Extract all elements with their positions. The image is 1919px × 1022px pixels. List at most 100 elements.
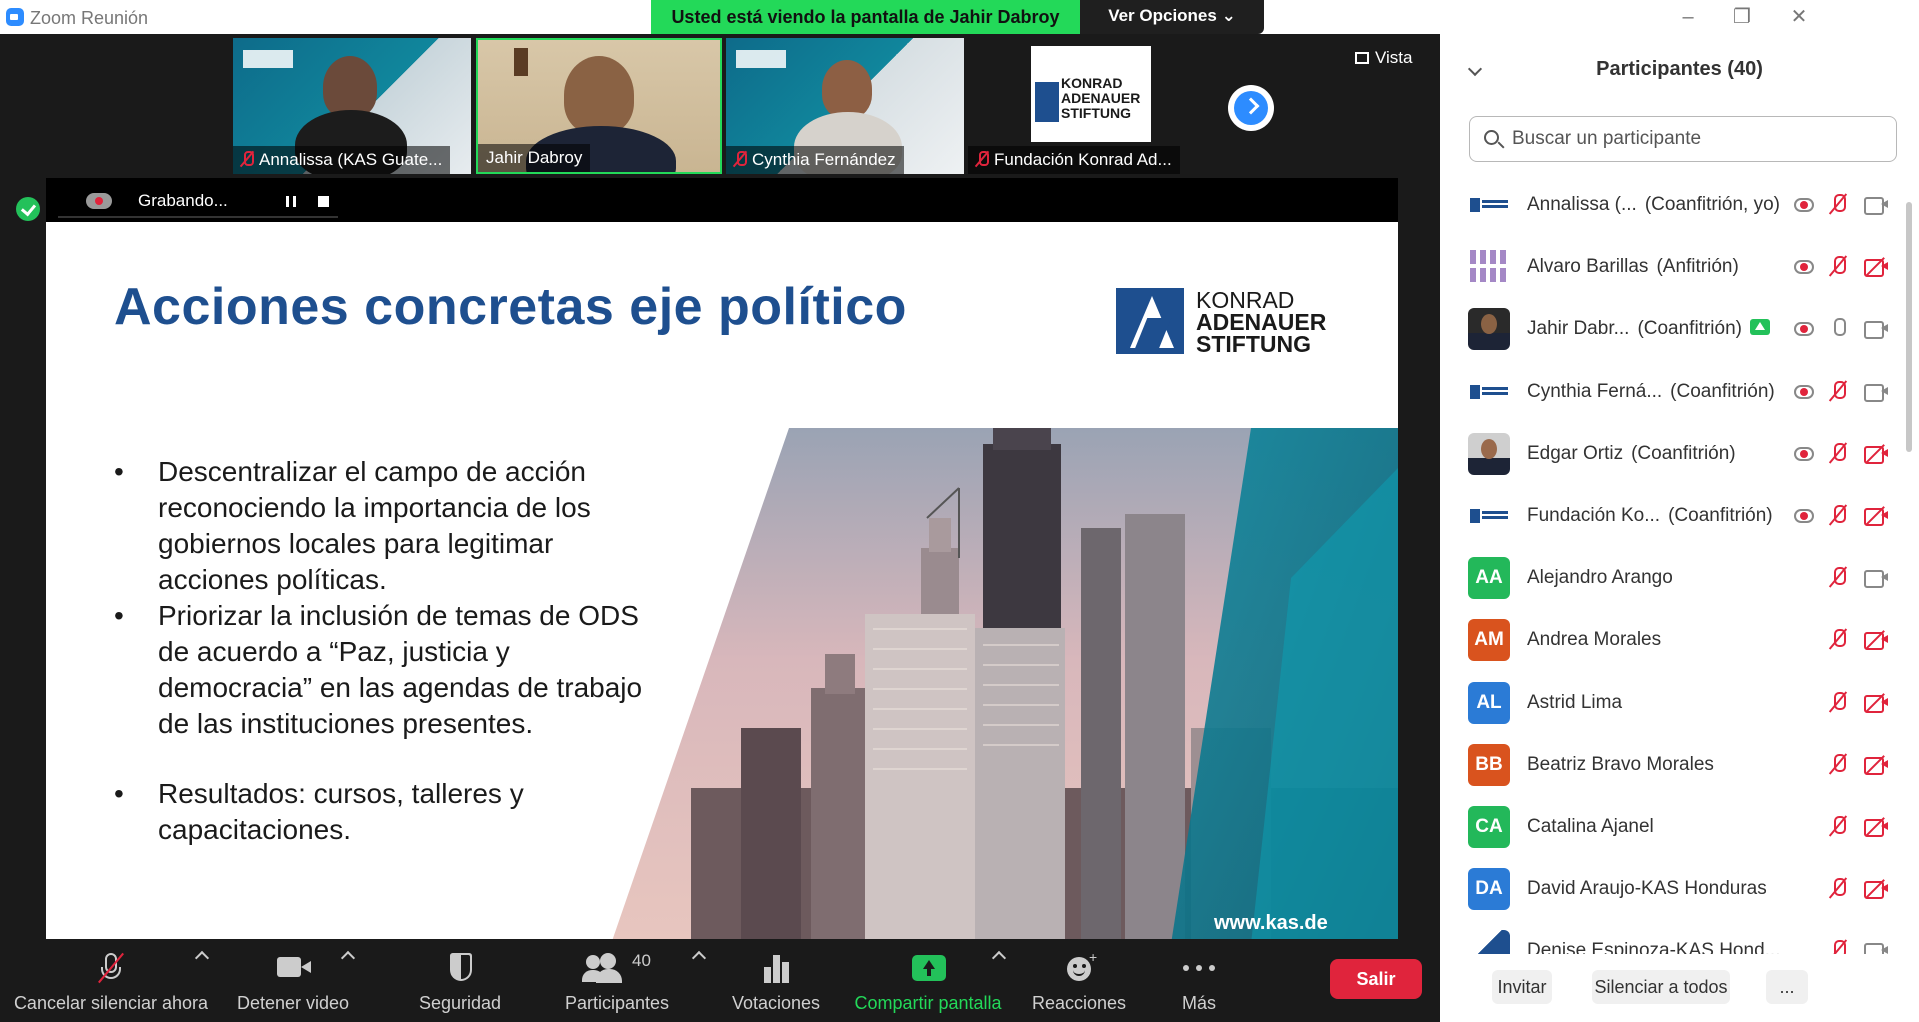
shield-check-icon[interactable] xyxy=(16,197,40,221)
close-icon[interactable]: ✕ xyxy=(1785,4,1813,30)
kas-logo-card: KONRAD ADENAUER STIFTUNG xyxy=(1031,46,1151,142)
stop-video-button[interactable]: Detener video xyxy=(228,939,358,1022)
participant-name: David Araujo-KAS Honduras xyxy=(1527,878,1767,900)
mic-muted-icon[interactable] xyxy=(1830,194,1846,216)
recording-icon xyxy=(1794,198,1814,212)
leave-button[interactable]: Salir xyxy=(1330,959,1422,999)
mute-button[interactable]: Cancelar silenciar ahora xyxy=(12,939,210,1022)
mic-muted-icon[interactable] xyxy=(1830,816,1846,838)
mic-icon[interactable] xyxy=(1830,318,1846,340)
mic-muted-icon[interactable] xyxy=(1830,567,1846,589)
mic-muted-icon[interactable] xyxy=(1830,753,1846,776)
reactions-button[interactable]: + Reacciones xyxy=(1028,939,1130,1022)
mic-muted-icon[interactable] xyxy=(1830,380,1846,403)
participant-row[interactable]: Alvaro Barillas (Anfitrión) xyxy=(1440,236,1902,298)
panel-more-button[interactable]: ... xyxy=(1766,970,1808,1004)
mute-all-button[interactable]: Silenciar a todos xyxy=(1592,970,1730,1004)
next-thumbnails-button[interactable] xyxy=(1228,85,1274,131)
video-thumbnail[interactable]: Cynthia Fernández xyxy=(726,38,964,174)
kas-logo-small xyxy=(736,50,786,68)
share-screen-button[interactable]: Compartir pantalla xyxy=(846,939,1010,1022)
mic-muted-icon[interactable] xyxy=(1830,442,1846,465)
polls-button[interactable]: Votaciones xyxy=(726,939,826,1022)
mic-muted-icon[interactable] xyxy=(1830,629,1846,651)
more-button[interactable]: Más xyxy=(1160,939,1238,1022)
participant-row[interactable]: Jahir Dabr... (Coanfitrión) xyxy=(1440,298,1902,360)
polls-label: Votaciones xyxy=(731,993,821,1013)
invite-button[interactable]: Invitar xyxy=(1492,970,1552,1004)
video-off-icon[interactable] xyxy=(1864,756,1888,775)
chevron-right-icon xyxy=(1242,97,1260,115)
participant-name-text: Catalina Ajanel xyxy=(1527,816,1654,837)
video-thumbnail-active-speaker[interactable]: Jahir Dabroy xyxy=(476,38,722,174)
participant-row[interactable]: Annalissa (... (Coanfitrión, yo) xyxy=(1440,174,1902,236)
search-input[interactable] xyxy=(1512,125,1882,153)
participant-row[interactable]: AA Alejandro Arango xyxy=(1440,547,1902,609)
participants-count: 40 xyxy=(632,951,651,970)
bullet-item: Resultados: cursos, talleres y capacitac… xyxy=(114,776,654,848)
participants-panel: Participantes (40) Annalissa (... (Coanfi… xyxy=(1440,34,1919,1022)
more-dots-icon xyxy=(1181,953,1217,983)
mic-muted-icon[interactable] xyxy=(1830,505,1846,527)
avatar xyxy=(1468,184,1510,226)
recording-icon xyxy=(1794,384,1814,399)
video-camera-icon[interactable] xyxy=(1864,570,1888,589)
share-screen-icon xyxy=(910,953,946,983)
participant-row[interactable]: AM Andrea Morales xyxy=(1440,609,1902,671)
participants-button[interactable]: 40 Participantes xyxy=(556,939,678,1022)
participant-role: (Coanfitrión) xyxy=(1670,380,1775,402)
video-off-icon[interactable] xyxy=(1864,694,1888,713)
video-off-icon[interactable] xyxy=(1864,508,1888,526)
participant-row[interactable]: CA Catalina Ajanel xyxy=(1440,796,1902,858)
participant-face xyxy=(323,56,377,118)
share-banner: Usted está viendo la pantalla de Jahir D… xyxy=(651,0,1080,34)
avatar: AA xyxy=(1468,557,1510,600)
video-off-icon[interactable] xyxy=(1864,819,1888,837)
recording-icon xyxy=(1794,322,1814,337)
participant-row[interactable]: Cynthia Ferná... (Coanfitrión) xyxy=(1440,361,1902,423)
view-button[interactable]: Vista xyxy=(1355,48,1413,68)
thumbnail-name: Cynthia Fernández xyxy=(752,150,896,169)
participant-name: Alejandro Arango xyxy=(1527,567,1673,589)
minimize-icon[interactable]: – xyxy=(1674,4,1702,30)
security-button[interactable]: Seguridad xyxy=(410,939,510,1022)
pause-recording-icon[interactable] xyxy=(286,196,296,207)
restore-icon[interactable]: ❐ xyxy=(1728,4,1756,30)
video-off-icon[interactable] xyxy=(1864,632,1888,651)
video-off-icon[interactable] xyxy=(1864,881,1888,900)
video-camera-icon[interactable] xyxy=(1864,383,1888,402)
kas-card-text: KONRAD ADENAUER STIFTUNG xyxy=(1061,76,1140,121)
title-bar: Zoom Reunión Usted está viendo la pantal… xyxy=(0,0,1440,34)
participant-row[interactable]: DA David Araujo-KAS Honduras xyxy=(1440,858,1902,920)
mic-muted-icon[interactable] xyxy=(1830,878,1846,900)
video-camera-icon[interactable] xyxy=(1864,197,1888,215)
avatar: CA xyxy=(1468,806,1510,848)
mic-muted-icon[interactable] xyxy=(1830,691,1846,714)
thumbnail-label: Annalissa (KAS Guate... xyxy=(233,146,451,174)
participant-search[interactable] xyxy=(1469,116,1897,162)
slide-title: Acciones concretas eje político xyxy=(114,278,907,336)
video-thumbnail[interactable]: KONRAD ADENAUER STIFTUNG Fundación Konra… xyxy=(968,38,1210,174)
participant-row[interactable]: Edgar Ortiz (Coanfitrión) xyxy=(1440,423,1902,485)
video-camera-icon[interactable] xyxy=(1864,321,1888,340)
video-off-icon[interactable] xyxy=(1864,445,1888,464)
stop-recording-icon[interactable] xyxy=(318,196,329,207)
participant-row[interactable]: AL Astrid Lima xyxy=(1440,672,1902,734)
video-thumbnail[interactable]: Annalissa (KAS Guate... xyxy=(233,38,471,174)
view-options-button[interactable]: Ver Opciones ⌄ xyxy=(1080,0,1264,34)
recording-status: Grabando... xyxy=(138,191,228,210)
participant-list-scrollbar[interactable] xyxy=(1904,174,1914,970)
slide-bullets: Descentralizar el campo de acción recono… xyxy=(114,454,654,848)
avatar xyxy=(1468,246,1510,289)
search-icon xyxy=(1484,130,1499,145)
participant-row[interactable]: Fundación Ko... (Coanfitrión) xyxy=(1440,485,1902,547)
participant-row[interactable]: BB Beatriz Bravo Morales xyxy=(1440,734,1902,796)
participants-options-caret[interactable] xyxy=(691,950,707,966)
video-off-icon[interactable] xyxy=(1864,259,1888,278)
mute-button-label: Cancelar silenciar ahora xyxy=(13,993,209,1013)
participant-name: Catalina Ajanel xyxy=(1527,816,1654,838)
scrollbar-thumb[interactable] xyxy=(1906,202,1912,452)
mic-muted-icon[interactable] xyxy=(1830,256,1846,278)
shield-icon xyxy=(442,953,478,983)
avatar: AM xyxy=(1468,619,1510,662)
